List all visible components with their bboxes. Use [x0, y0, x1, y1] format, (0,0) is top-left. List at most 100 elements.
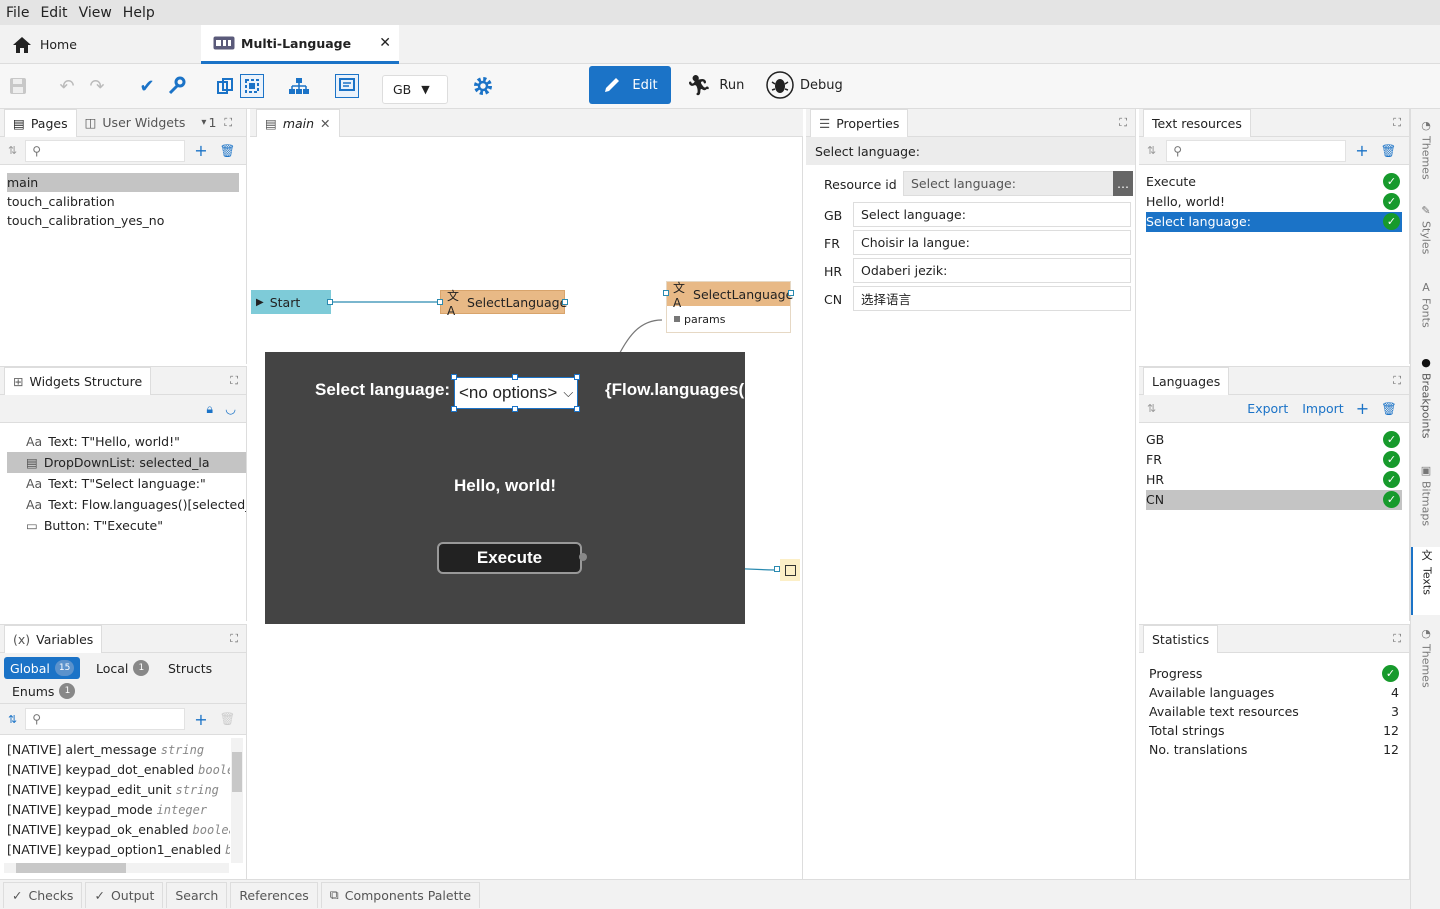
side-tab-fonts[interactable]: A Fonts: [1411, 281, 1440, 328]
close-tab-icon[interactable]: ✕: [320, 116, 330, 131]
scrollbar-thumb[interactable]: [232, 752, 242, 792]
language-item[interactable]: HR ✓: [1139, 470, 1409, 490]
variable-item[interactable]: [NATIVE] keypad_option1_enabled boolean: [0, 840, 230, 860]
translation-input-gb[interactable]: Select language:: [853, 202, 1131, 227]
frames-icon[interactable]: [213, 74, 237, 98]
side-tab-breakpoints[interactable]: ● Breakpoints: [1411, 356, 1440, 439]
expand-icon[interactable]: ⛶: [224, 116, 232, 130]
sort-icon[interactable]: ⇅: [8, 713, 17, 726]
save-icon[interactable]: [6, 74, 30, 98]
variables-search-input[interactable]: ⚲: [25, 708, 186, 730]
resize-handle[interactable]: [574, 374, 580, 380]
output-port[interactable]: [562, 299, 568, 305]
hierarchy-icon[interactable]: [287, 74, 311, 98]
page-item-main[interactable]: main: [7, 173, 239, 192]
comment-icon[interactable]: [335, 74, 359, 98]
resize-handle[interactable]: [512, 406, 518, 412]
resize-handle[interactable]: [451, 374, 457, 380]
export-button[interactable]: Export: [1247, 401, 1288, 416]
select-language-node[interactable]: 文A SelectLanguage: [440, 289, 567, 318]
resize-handle[interactable]: [512, 374, 518, 380]
tab-pages[interactable]: ▤ Pages: [4, 108, 77, 137]
delete-variable-icon[interactable]: 🗑︎: [220, 711, 236, 727]
params-port[interactable]: [674, 316, 680, 322]
add-resource-icon[interactable]: +: [1355, 141, 1368, 160]
filter-dropdown-icon[interactable]: ▾: [201, 117, 206, 128]
variable-item[interactable]: [NATIVE] keypad_mode integer: [0, 800, 230, 820]
end-node[interactable]: [780, 559, 800, 581]
tab-main-editor[interactable]: ▤ main ✕: [256, 108, 340, 137]
execute-button-widget[interactable]: Execute: [437, 542, 582, 574]
edit-mode-button[interactable]: Edit: [589, 66, 671, 104]
scrollbar-thumb[interactable]: [16, 863, 126, 873]
hello-world-text[interactable]: Hello, world!: [265, 476, 745, 496]
menu-help[interactable]: Help: [123, 5, 155, 21]
side-tab-themes-2[interactable]: ◔ Themes: [1411, 627, 1440, 688]
gear-icon[interactable]: [471, 74, 495, 98]
debug-mode-button[interactable]: Debug: [766, 66, 843, 104]
select-language-text[interactable]: Select language:: [315, 380, 450, 400]
add-language-icon[interactable]: +: [1356, 399, 1369, 418]
tab-home[interactable]: Home: [0, 25, 200, 64]
sort-icon[interactable]: ⇅: [8, 144, 17, 157]
delete-resource-icon[interactable]: 🗑︎: [1381, 143, 1397, 159]
page-item-touch-calibration[interactable]: touch_calibration: [0, 192, 246, 211]
vertical-scrollbar[interactable]: [231, 738, 243, 863]
tab-output[interactable]: ✓ Output: [85, 881, 164, 908]
tab-checks[interactable]: ✓ Checks: [3, 881, 83, 908]
widget-item[interactable]: Aa Text: T"Hello, world!": [0, 431, 246, 452]
expand-icon[interactable]: ⛶: [230, 632, 238, 646]
tab-user-widgets[interactable]: ◫ User Widgets: [77, 109, 194, 137]
redo-icon[interactable]: ↷: [85, 74, 109, 98]
widget-select-icon[interactable]: [240, 74, 264, 98]
translation-input-fr[interactable]: Choisir la langue:: [853, 230, 1131, 255]
tab-components-palette[interactable]: ⧉ Components Palette: [320, 881, 481, 908]
lock-icon[interactable]: 🔒︎: [206, 401, 213, 417]
widget-item[interactable]: Aa Text: Flow.languages()[selected_: [0, 494, 246, 515]
text-resources-search-input[interactable]: ⚲: [1166, 139, 1347, 162]
expand-icon[interactable]: ⛶: [1393, 632, 1401, 646]
tab-global-vars[interactable]: Global 15: [4, 657, 81, 679]
translation-input-cn[interactable]: 选择语言: [853, 286, 1131, 311]
expand-icon[interactable]: ⛶: [230, 374, 238, 388]
widget-item-selected[interactable]: ▤ DropDownList: selected_la: [7, 452, 246, 473]
import-button[interactable]: Import: [1302, 401, 1344, 416]
tab-variables[interactable]: (x) Variables: [4, 624, 103, 653]
close-tab-icon[interactable]: ✕: [379, 35, 391, 51]
expand-icon[interactable]: ⛶: [1393, 116, 1401, 130]
text-resource-item[interactable]: Execute ✓: [1139, 172, 1409, 192]
horizontal-scrollbar[interactable]: [4, 863, 229, 873]
build-wrench-icon[interactable]: [165, 74, 189, 98]
language-item[interactable]: GB ✓: [1139, 430, 1409, 450]
side-tab-themes[interactable]: ◔ Themes: [1411, 119, 1440, 180]
delete-language-icon[interactable]: 🗑︎: [1381, 401, 1397, 417]
tab-languages[interactable]: Languages: [1143, 366, 1230, 395]
pages-search-input[interactable]: ⚲: [25, 139, 186, 162]
languages-expression-text[interactable]: {Flow.languages(: [605, 380, 744, 400]
page-item-touch-calibration-yes-no[interactable]: touch_calibration_yes_no: [0, 211, 246, 230]
language-dropdown-widget[interactable]: <no options> ⌵: [454, 377, 578, 409]
variable-item[interactable]: [NATIVE] alert_message string: [0, 740, 230, 760]
widget-item[interactable]: Aa Text: T"Select language:": [0, 473, 246, 494]
check-icon[interactable]: ✔: [135, 74, 159, 98]
menu-edit[interactable]: Edit: [40, 5, 67, 21]
tab-references[interactable]: References: [230, 881, 318, 908]
tab-properties[interactable]: ☰ Properties: [810, 108, 909, 137]
resource-id-field[interactable]: Select language:: [903, 171, 1133, 196]
delete-page-icon[interactable]: 🗑︎: [220, 143, 236, 159]
side-tab-texts[interactable]: 文 Texts: [1411, 547, 1440, 615]
output-port[interactable]: [327, 299, 333, 305]
language-item-selected[interactable]: CN ✓: [1146, 490, 1402, 510]
menu-view[interactable]: View: [79, 5, 112, 21]
variable-item[interactable]: [NATIVE] keypad_ok_enabled boolean: [0, 820, 230, 840]
resize-handle[interactable]: [451, 406, 457, 412]
tab-widgets-structure[interactable]: ⊞ Widgets Structure: [4, 366, 152, 395]
add-variable-icon[interactable]: +: [194, 710, 207, 729]
text-resource-item[interactable]: Hello, world! ✓: [1139, 192, 1409, 212]
side-tab-styles[interactable]: ✎ Styles: [1411, 204, 1440, 254]
widget-item[interactable]: ▭ Button: T"Execute": [0, 515, 246, 536]
variable-item[interactable]: [NATIVE] keypad_dot_enabled boolean: [0, 760, 230, 780]
tab-local-vars[interactable]: Local 1: [96, 657, 150, 679]
expand-icon[interactable]: ⛶: [1119, 116, 1127, 130]
sort-icon[interactable]: ⇅: [1147, 402, 1156, 415]
